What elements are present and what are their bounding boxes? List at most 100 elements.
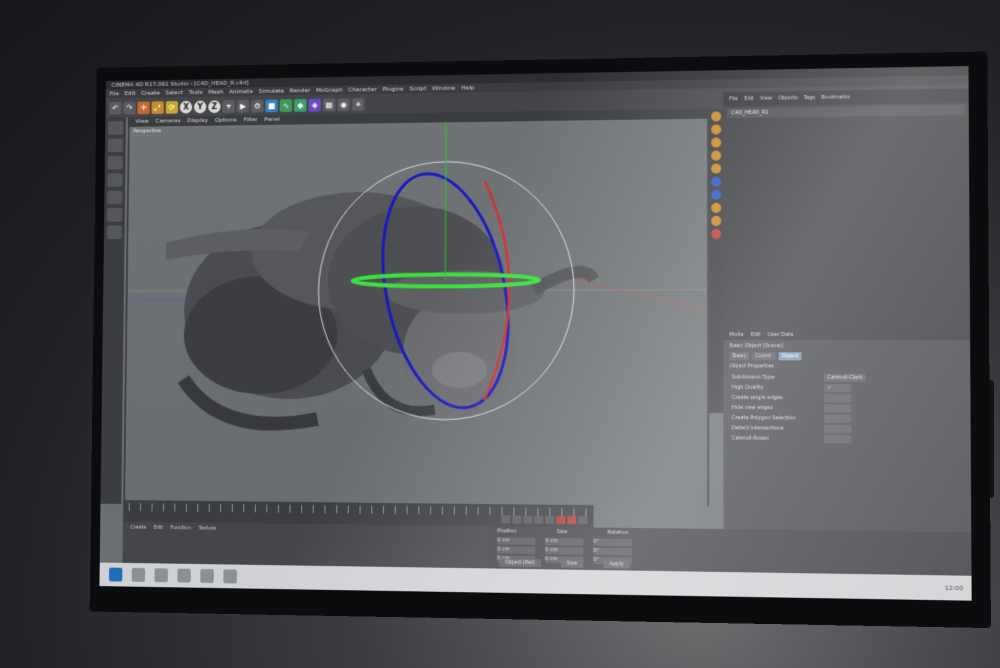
edges-mode-icon[interactable] — [107, 173, 123, 187]
prop-checkbox[interactable] — [824, 404, 852, 413]
go-start-icon[interactable] — [501, 515, 511, 524]
tab-basic[interactable]: Basic — [729, 352, 750, 361]
menu-mesh[interactable]: Mesh — [208, 88, 223, 97]
obj-menu-file[interactable]: File — [729, 92, 738, 106]
prop-checkbox[interactable] — [824, 424, 852, 434]
apply-button[interactable]: Apply — [603, 560, 630, 569]
attr-menu-mode[interactable]: Mode — [730, 330, 744, 340]
render-icon[interactable]: ▶ — [236, 99, 250, 113]
menu-render[interactable]: Render — [290, 86, 311, 95]
taskbar-app-4[interactable] — [200, 568, 214, 584]
coord-mode-select[interactable]: Object (Rel) — [499, 558, 541, 568]
prop-checkbox[interactable] — [824, 394, 852, 403]
obj-menu-tags[interactable]: Tags — [804, 91, 815, 105]
attr-menu-userdata[interactable]: User Data — [768, 330, 794, 340]
tool-icon-1[interactable] — [711, 111, 722, 122]
obj-menu-view[interactable]: View — [760, 92, 772, 106]
tool-icon-9[interactable] — [711, 215, 722, 227]
tool-icon-10[interactable] — [711, 228, 722, 240]
coords-field[interactable]: 0° — [593, 547, 632, 556]
mat-menu-edit[interactable]: Edit — [154, 525, 163, 531]
redo-icon[interactable]: ↷ — [123, 101, 136, 114]
mat-menu-function[interactable]: Function — [171, 525, 191, 531]
tab-coord[interactable]: Coord. — [752, 352, 776, 361]
attr-menu-edit[interactable]: Edit — [751, 330, 761, 340]
axis-z-button[interactable]: Z — [208, 99, 221, 113]
move-icon[interactable]: ✛ — [137, 100, 150, 114]
menu-script[interactable]: Script — [409, 84, 426, 93]
viewport-menu-view[interactable]: View — [135, 117, 149, 127]
taskbar-app-1[interactable] — [131, 567, 146, 582]
menu-create[interactable]: Create — [141, 89, 160, 98]
menu-simulate[interactable]: Simulate — [259, 87, 284, 96]
tool-icon-8[interactable] — [711, 202, 722, 213]
obj-menu-edit[interactable]: Edit — [744, 92, 754, 106]
tool-icon-4[interactable] — [711, 150, 722, 161]
cube-icon[interactable]: ■ — [265, 98, 278, 112]
mat-menu-create[interactable]: Create — [130, 525, 146, 531]
menu-character[interactable]: Character — [348, 85, 377, 94]
tool-icon-3[interactable] — [711, 137, 722, 148]
viewport-menu-display[interactable]: Display — [187, 116, 208, 126]
scale-icon[interactable]: ⤢ — [151, 100, 164, 114]
coords-field[interactable]: 0° — [593, 538, 632, 547]
model-mode-icon[interactable] — [108, 121, 124, 135]
prop-value[interactable]: Catmull-Clark — [824, 373, 866, 382]
viewport-menu-cameras[interactable]: Cameras — [155, 116, 180, 126]
next-frame-icon[interactable] — [534, 515, 544, 524]
polygons-mode-icon[interactable] — [107, 190, 123, 205]
coords-field[interactable]: 0 cm — [545, 537, 584, 546]
taskbar-app-3[interactable] — [177, 568, 191, 583]
menu-mograph[interactable]: MoGraph — [316, 86, 342, 95]
texture-mode-icon[interactable] — [107, 138, 124, 153]
menu-edit[interactable]: Edit — [124, 89, 136, 98]
obj-menu-objects[interactable]: Objects — [778, 91, 797, 105]
coords-field[interactable]: 0 cm — [497, 537, 536, 545]
keyframe-icon[interactable] — [578, 516, 588, 525]
spline-icon[interactable]: ∿ — [279, 98, 293, 112]
viewport-3d[interactable]: Perspective — [125, 118, 708, 507]
tool-icon-7[interactable] — [711, 189, 722, 200]
viewport-menu-filter[interactable]: Filter — [243, 115, 257, 125]
axis-x-button[interactable]: X — [179, 100, 193, 114]
menu-tools[interactable]: Tools — [189, 88, 203, 97]
menu-plugins[interactable]: Plugins — [383, 85, 404, 94]
coord-icon[interactable]: ⌖ — [222, 99, 235, 113]
axis-y-button[interactable]: Y — [193, 100, 207, 113]
timeline-ruler[interactable] — [128, 503, 588, 517]
menu-help[interactable]: Help — [461, 83, 474, 92]
go-end-icon[interactable] — [545, 515, 555, 524]
tab-object[interactable]: Object — [778, 352, 802, 361]
nurbs-icon[interactable]: ◆ — [294, 98, 307, 112]
tool-icon-2[interactable] — [711, 124, 722, 135]
tool-icon-5[interactable] — [711, 163, 722, 174]
tool-icon-6[interactable] — [711, 176, 722, 187]
scene-icon[interactable]: ▦ — [322, 98, 336, 111]
render-settings-icon[interactable]: ⚙ — [250, 99, 264, 112]
light-icon[interactable]: ☀ — [351, 97, 365, 111]
size-mode-select[interactable]: Size — [560, 559, 584, 568]
object-row[interactable]: C4D_HEAD_R1 — [727, 104, 965, 119]
undo-icon[interactable]: ↶ — [109, 101, 122, 115]
prop-checkbox[interactable]: ✓ — [824, 383, 852, 393]
autokey-icon[interactable] — [567, 516, 577, 525]
points-mode-icon[interactable] — [107, 155, 123, 170]
viewport-menu-options[interactable]: Options — [215, 116, 237, 126]
menu-file[interactable]: File — [109, 89, 119, 98]
obj-menu-bookmarks[interactable]: Bookmarks — [821, 90, 850, 105]
taskbar-app-2[interactable] — [154, 568, 168, 583]
sculpt-icon[interactable] — [106, 225, 122, 240]
rotate-icon[interactable]: ⟳ — [165, 100, 179, 114]
prop-checkbox[interactable] — [824, 434, 852, 444]
viewport-menu-panel[interactable]: Panel — [264, 115, 280, 125]
menu-window[interactable]: Window — [432, 84, 455, 93]
camera-icon[interactable]: ◉ — [337, 97, 350, 111]
coords-field[interactable]: 0 cm — [545, 547, 584, 555]
prev-frame-icon[interactable] — [512, 515, 522, 524]
start-icon[interactable] — [108, 567, 123, 582]
deformer-icon[interactable]: ◈ — [308, 98, 322, 112]
sculpt-model[interactable] — [164, 190, 594, 426]
taskbar-app-5[interactable] — [223, 569, 237, 584]
play-icon[interactable] — [523, 515, 533, 524]
record-icon[interactable] — [556, 515, 566, 525]
